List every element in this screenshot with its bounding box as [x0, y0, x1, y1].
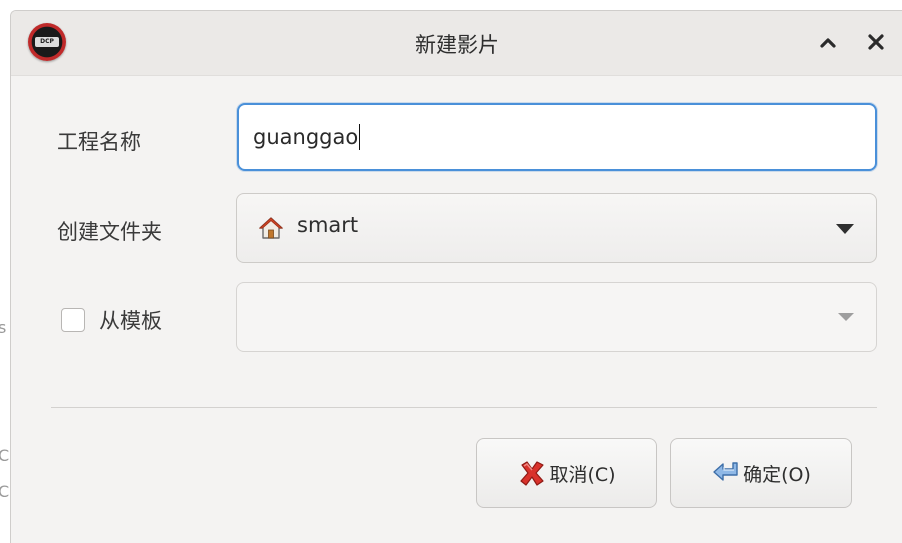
- folder-value: smart: [297, 213, 359, 237]
- red-x-icon: [520, 461, 545, 486]
- project-name-label: 工程名称: [57, 130, 141, 154]
- project-name-input[interactable]: guanggao: [237, 103, 877, 171]
- project-name-value: guanggao: [253, 125, 359, 149]
- background-fragment: C: [0, 446, 10, 465]
- dropdown-arrow-icon: [836, 224, 854, 234]
- cancel-button[interactable]: 取消(C): [476, 438, 657, 508]
- home-icon: [259, 217, 283, 239]
- chevron-up-icon: [820, 38, 836, 48]
- background-fragment: s: [0, 318, 7, 337]
- folder-chooser-combo[interactable]: smart: [236, 193, 877, 263]
- template-select: [236, 282, 877, 352]
- new-film-dialog: DCP 新建影片 工程名称 guanggao 创建文件夹 smart 从模板 取…: [10, 10, 902, 543]
- ok-button[interactable]: 确定(O): [670, 438, 852, 508]
- close-icon: [868, 34, 884, 50]
- from-template-checkbox[interactable]: [61, 308, 85, 332]
- separator: [51, 407, 877, 408]
- dropdown-arrow-icon: [838, 313, 854, 321]
- return-arrow-icon: [713, 462, 738, 481]
- cancel-label: 取消(C): [549, 463, 616, 486]
- text-caret: [359, 124, 361, 150]
- close-button[interactable]: [859, 25, 893, 59]
- title-bar[interactable]: DCP 新建影片: [11, 11, 902, 76]
- from-template-label[interactable]: 从模板: [99, 305, 162, 335]
- background-fragment: C: [0, 482, 10, 501]
- ok-label: 确定(O): [743, 463, 811, 486]
- collapse-button[interactable]: [811, 25, 845, 59]
- window-title: 新建影片: [415, 33, 499, 57]
- create-folder-label: 创建文件夹: [57, 220, 162, 244]
